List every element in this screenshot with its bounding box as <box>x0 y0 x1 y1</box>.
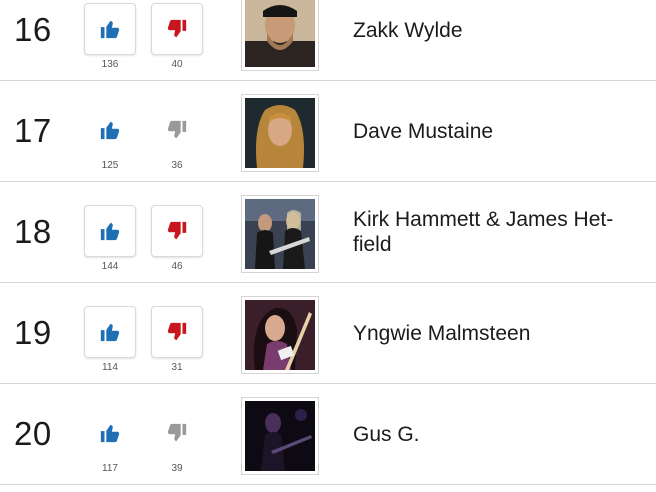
list-item: 20 117 39 Gus G. <box>0 384 656 485</box>
downvote-button[interactable] <box>151 104 203 156</box>
artist-portrait <box>245 199 315 269</box>
rank-number: 17 <box>14 112 52 149</box>
thumbs-up-icon <box>100 222 120 241</box>
thumbs-down-icon <box>167 322 187 341</box>
thumbs-down-icon <box>167 221 187 240</box>
artist-photo[interactable] <box>241 296 319 374</box>
artist-portrait <box>245 0 315 67</box>
upvote-button[interactable] <box>84 205 136 257</box>
thumbs-up-icon <box>100 121 120 140</box>
downvote-button[interactable] <box>151 205 203 257</box>
artist-photo[interactable] <box>241 195 319 273</box>
downvote-count: 31 <box>171 362 183 373</box>
thumbs-down-icon <box>167 19 187 38</box>
artist-portrait <box>245 401 315 471</box>
thumbs-up-icon <box>100 323 120 342</box>
artist-portrait <box>245 98 315 168</box>
rank-number: 16 <box>14 11 52 48</box>
rank-number: 18 <box>14 213 52 250</box>
list-item: 17 125 36 Dave Mustaine <box>0 81 656 182</box>
artist-name[interactable]: Gus G. <box>353 384 643 484</box>
artist-name[interactable]: Dave Mustaine <box>353 81 643 181</box>
artist-name[interactable]: Kirk Hammett & James Het-field <box>353 182 643 282</box>
artist-portrait <box>245 300 315 370</box>
artist-photo[interactable] <box>241 94 319 172</box>
ranking-list: 16 136 40 Zakk Wylde 17 125 36 Dave Must… <box>0 0 656 485</box>
thumbs-down-icon <box>167 120 187 139</box>
downvote-button[interactable] <box>151 306 203 358</box>
upvote-button[interactable] <box>84 104 136 156</box>
thumbs-up-icon <box>100 20 120 39</box>
thumbs-down-icon <box>167 423 187 442</box>
rank-number: 19 <box>14 314 52 351</box>
upvote-count: 144 <box>101 261 119 272</box>
artist-photo[interactable] <box>241 397 319 475</box>
downvote-count: 39 <box>171 463 183 474</box>
downvote-button[interactable] <box>151 407 203 459</box>
upvote-count: 117 <box>102 463 118 474</box>
artist-name[interactable]: Zakk Wylde <box>353 0 643 80</box>
artist-name[interactable]: Yngwie Malmsteen <box>353 283 643 383</box>
list-item: 19 114 31 Yngwie Malmsteen <box>0 283 656 384</box>
downvote-count: 40 <box>171 59 183 70</box>
upvote-count: 114 <box>102 362 118 373</box>
list-item: 18 144 46 Kirk Hammett & James Het-field <box>0 182 656 283</box>
list-item: 16 136 40 Zakk Wylde <box>0 0 656 81</box>
downvote-count: 36 <box>171 160 183 171</box>
downvote-button[interactable] <box>151 3 203 55</box>
upvote-button[interactable] <box>84 407 136 459</box>
upvote-count: 125 <box>101 160 119 171</box>
rank-number: 20 <box>14 415 52 452</box>
downvote-count: 46 <box>171 261 183 272</box>
upvote-count: 136 <box>101 59 119 70</box>
thumbs-up-icon <box>100 424 120 443</box>
upvote-button[interactable] <box>84 306 136 358</box>
upvote-button[interactable] <box>84 3 136 55</box>
artist-photo[interactable] <box>241 0 319 71</box>
